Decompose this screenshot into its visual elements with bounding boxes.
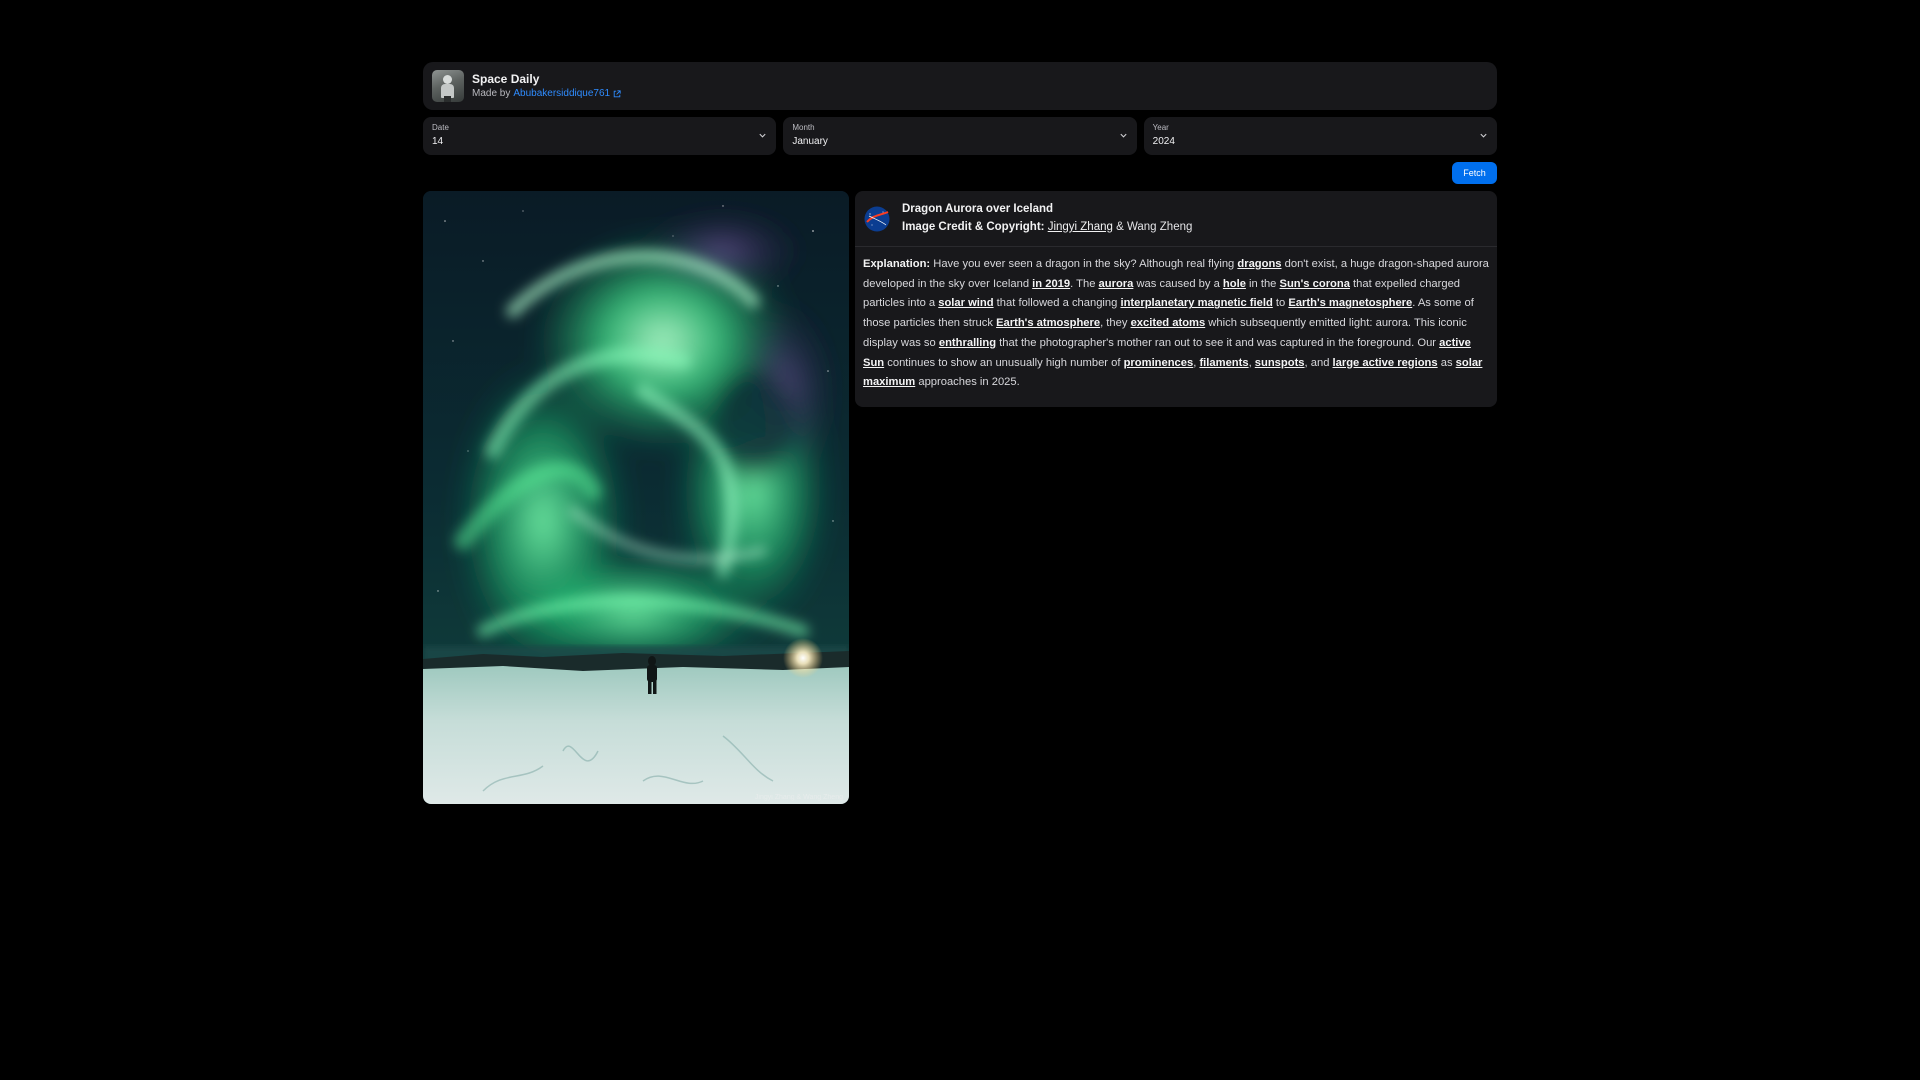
app-title: Space Daily (472, 71, 540, 86)
credit-rest: & Wang Zheng (1112, 221, 1193, 233)
app-container: Space Daily Made by Abubakersiddique761 … (423, 62, 1497, 804)
date-select[interactable]: Date 14 (423, 117, 777, 155)
month-select[interactable]: Month January (783, 117, 1137, 155)
explanation-link[interactable]: dragons (1237, 258, 1281, 270)
explanation-text: Have you ever seen a dragon in the sky? … (863, 258, 1489, 388)
nasa-logo-icon (864, 206, 890, 231)
explanation-segment: that followed a changing (993, 297, 1121, 310)
date-select-label: Date (432, 123, 449, 132)
chevron-down-icon (1120, 133, 1127, 138)
fetch-row: Fetch (423, 162, 1497, 184)
author-link[interactable]: Abubakersiddique761 (513, 87, 610, 101)
explanation-segment: Have you ever seen a dragon in the sky? … (930, 258, 1238, 270)
credit-link[interactable]: Jingyi Zhang (1048, 221, 1113, 233)
explanation-link[interactable]: sunspots (1255, 357, 1305, 369)
explanation-link[interactable]: aurora (1099, 278, 1134, 290)
explanation-link[interactable]: Sun's corona (1280, 278, 1350, 290)
apod-content: Jingyi Zhang & Wang Zheng Dragon Aurora … (423, 191, 1497, 804)
explanation-segment: in the (1245, 277, 1280, 290)
apod-image: Jingyi Zhang & Wang Zheng (423, 191, 849, 804)
external-link-icon[interactable] (613, 89, 621, 98)
aurora-photo: Jingyi Zhang & Wang Zheng (423, 191, 849, 804)
apod-explanation: Explanation: Have you ever seen a dragon… (855, 247, 1497, 407)
explanation-segment: , and (1304, 356, 1333, 369)
month-select-label: Month (792, 123, 815, 132)
explanation-link[interactable]: large active regions (1333, 357, 1438, 369)
photo-watermark: Jingyi Zhang & Wang Zheng (755, 794, 843, 801)
explanation-link[interactable]: Earth's magnetosphere (1288, 297, 1412, 309)
fetch-button[interactable]: Fetch (1452, 162, 1497, 184)
explanation-segment: was caused by a (1133, 277, 1223, 290)
explanation-link[interactable]: in 2019 (1032, 278, 1070, 290)
explanation-link[interactable]: excited atoms (1131, 317, 1206, 329)
made-by-label: Made by (472, 87, 511, 99)
header-text: Space Daily Made by Abubakersiddique761 (472, 72, 621, 101)
date-selectors: Date 14 Month January Year 2024 (423, 117, 1497, 155)
chevron-down-icon (1480, 133, 1487, 138)
app-logo (432, 70, 464, 102)
explanation-link[interactable]: interplanetary magnetic field (1120, 297, 1272, 309)
explanation-link[interactable]: enthralling (939, 337, 996, 349)
explanation-segment: , they (1100, 317, 1131, 330)
image-credit: Image Credit & Copyright: Jingyi Zhang &… (902, 218, 1192, 237)
explanation-segment: that the photographer's mother ran out t… (996, 336, 1440, 349)
explanation-segment: approaches in 2025. (915, 376, 1020, 389)
made-by-line: Made by Abubakersiddique761 (472, 87, 621, 101)
apod-info-header: Dragon Aurora over Iceland Image Credit … (855, 191, 1497, 247)
explanation-label: Explanation: (863, 258, 931, 270)
year-select-value: 2024 (1152, 136, 1175, 147)
explanation-link[interactable]: solar wind (938, 297, 993, 309)
explanation-link[interactable]: Earth's atmosphere (996, 317, 1100, 329)
credit-label: Image Credit & Copyright: (902, 221, 1045, 233)
apod-title: Dragon Aurora over Iceland (902, 203, 1054, 215)
apod-info-card: Dragon Aurora over Iceland Image Credit … (855, 191, 1497, 407)
app-header: Space Daily Made by Abubakersiddique761 (423, 62, 1497, 110)
year-select[interactable]: Year 2024 (1143, 117, 1497, 155)
chevron-down-icon (759, 133, 766, 138)
explanation-link[interactable]: filaments (1199, 357, 1248, 369)
year-select-label: Year (1152, 123, 1169, 132)
explanation-segment: as (1437, 356, 1456, 369)
apod-title-block: Dragon Aurora over Iceland Image Credit … (902, 200, 1192, 237)
month-select-value: January (792, 136, 828, 147)
explanation-segment: continues to show an unusually high numb… (884, 356, 1124, 369)
date-select-value: 14 (432, 136, 444, 147)
explanation-link[interactable]: hole (1223, 278, 1246, 290)
explanation-link[interactable]: prominences (1124, 357, 1194, 369)
explanation-segment: to (1272, 297, 1289, 310)
explanation-segment: . The (1070, 277, 1099, 290)
